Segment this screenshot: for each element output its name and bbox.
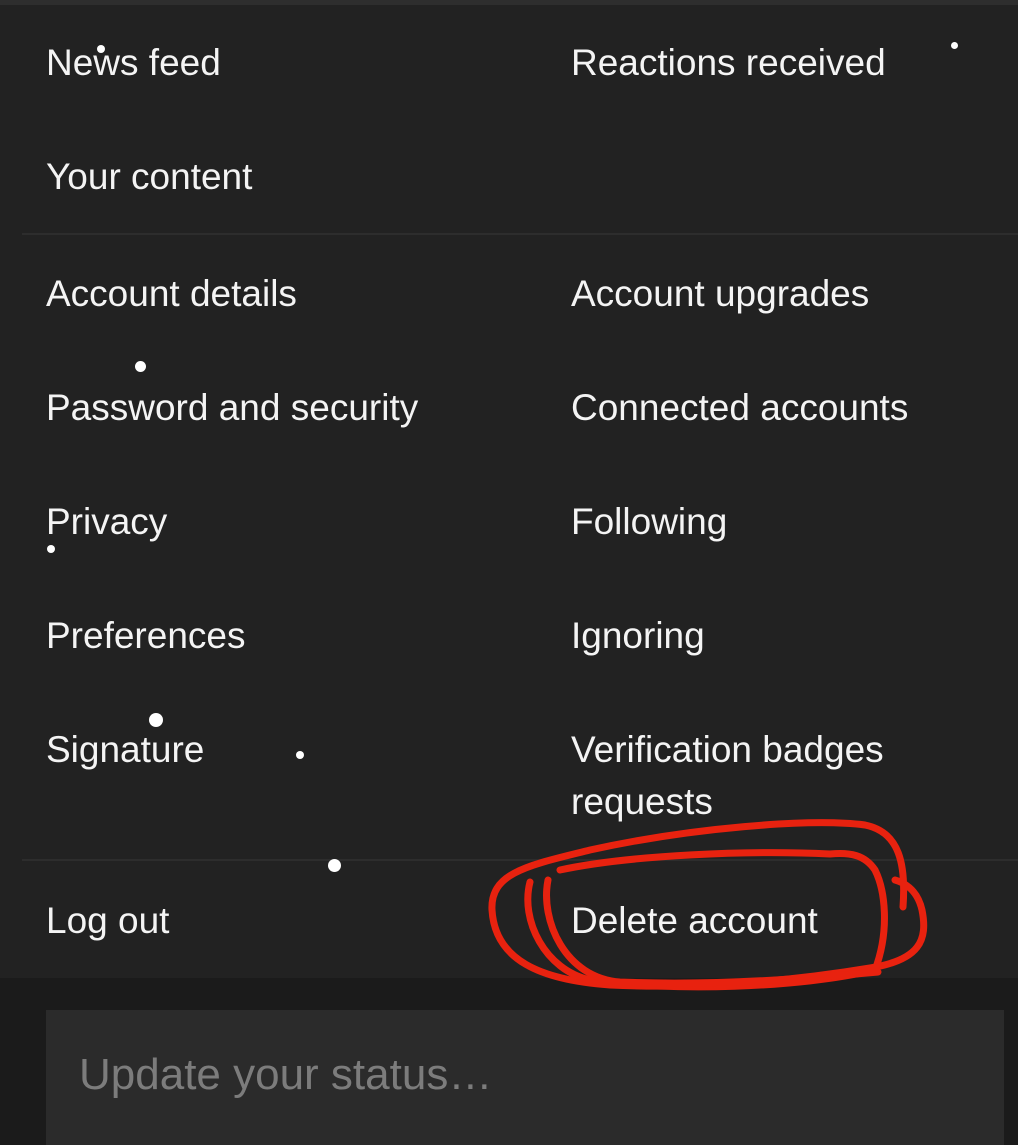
menu-item-following[interactable]: Following	[571, 496, 727, 548]
menu-item-log-out[interactable]: Log out	[46, 895, 169, 947]
menu-item-ignoring[interactable]: Ignoring	[571, 610, 705, 662]
menu-divider	[22, 233, 1018, 235]
menu-item-reactions-received[interactable]: Reactions received	[571, 37, 886, 89]
menu-item-your-content[interactable]: Your content	[46, 151, 252, 203]
menu-item-connected-accounts[interactable]: Connected accounts	[571, 382, 908, 434]
status-input[interactable]	[46, 1010, 1004, 1145]
menu-item-delete-account[interactable]: Delete account	[571, 895, 818, 947]
menu-item-privacy[interactable]: Privacy	[46, 496, 167, 548]
menu-item-account-details[interactable]: Account details	[46, 268, 297, 320]
menu-divider	[22, 859, 1018, 861]
menu-item-signature[interactable]: Signature	[46, 724, 204, 776]
menu-item-preferences[interactable]: Preferences	[46, 610, 246, 662]
menu-item-verification-badges-requests[interactable]: Verification badges requests	[571, 724, 931, 828]
menu-item-news-feed[interactable]: News feed	[46, 37, 221, 89]
menu-item-password-and-security[interactable]: Password and security	[46, 382, 418, 434]
menu-item-account-upgrades[interactable]: Account upgrades	[571, 268, 869, 320]
